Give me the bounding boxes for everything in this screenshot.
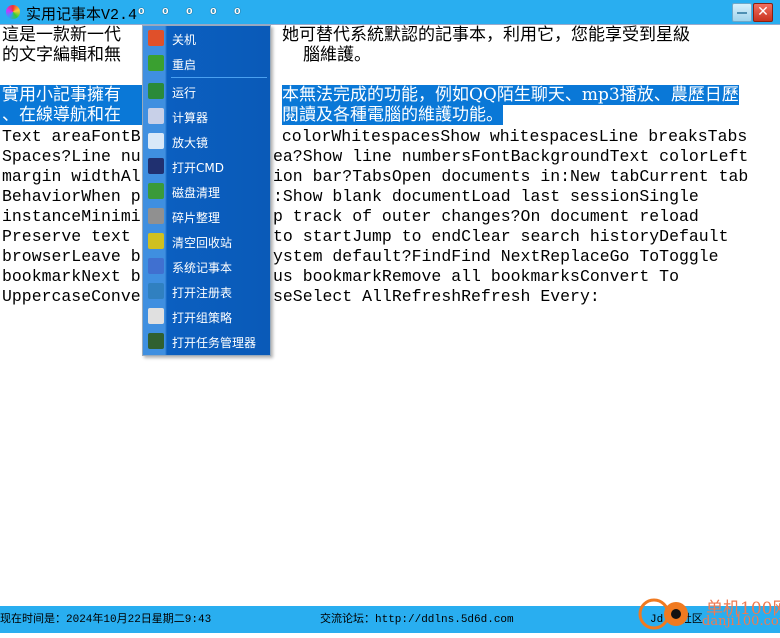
task-manager-icon xyxy=(148,333,164,349)
watermark-url: danji100.com xyxy=(702,614,780,629)
editor-line: Spaces?Line nu xyxy=(2,147,141,166)
disk-cleanup-icon xyxy=(148,183,164,199)
registry-icon xyxy=(148,283,164,299)
menu-item-label: 打开任务管理器 xyxy=(172,336,257,350)
menu-item[interactable]: 打开CMD xyxy=(143,155,270,179)
menu-item-label: 放大镜 xyxy=(172,136,209,150)
menu-item[interactable]: 运行 xyxy=(143,80,270,104)
menu-item[interactable]: 重启 xyxy=(143,52,270,76)
power-icon xyxy=(148,30,164,46)
menu-item-label: 磁盘清理 xyxy=(172,186,221,200)
window-title: 实用记事本V2.4 xyxy=(26,7,138,24)
editor-line: margin widthAl xyxy=(2,167,141,186)
editor-line: BehaviorWhen p xyxy=(2,187,141,206)
menu-item-label: 打开CMD xyxy=(172,161,224,175)
editor-line: Text areaFontB xyxy=(2,127,141,146)
watermark-logo: 单机100网 danji100.com xyxy=(636,596,780,638)
editor-line: p track of outer changes?On document rel… xyxy=(273,207,699,226)
editor-line: colorWhitespacesShow whitespacesLine bre… xyxy=(272,127,748,146)
editor-line: ystem default?FindFind NextReplaceGo ToT… xyxy=(273,247,719,266)
editor-line: Preserve text xyxy=(2,227,141,246)
title-dot: o xyxy=(138,6,145,18)
editor-line: ea?Show line numbersFontBackgroundText c… xyxy=(273,147,749,166)
recycle-icon xyxy=(148,233,164,249)
magnifier-icon xyxy=(148,133,164,149)
editor-line: 腦維護。 xyxy=(303,45,371,65)
menu-item[interactable]: 计算器 xyxy=(143,105,270,129)
menu-item-label: 打开注册表 xyxy=(172,286,233,300)
menu-item[interactable]: 打开组策略 xyxy=(143,305,270,329)
menu-item[interactable]: 清空回收站 xyxy=(143,230,270,254)
editor-line: bookmarkNext b xyxy=(2,267,141,286)
calculator-icon xyxy=(148,108,164,124)
menu-item[interactable]: 磁盘清理 xyxy=(143,180,270,204)
time-label: 现在时间是：2024年10月22日星期二9:43 xyxy=(0,614,212,626)
title-dot: o xyxy=(186,6,193,18)
title-bar: 实用记事本V2.4 o o o o o ✕ xyxy=(0,0,780,24)
globe-icon xyxy=(148,83,164,99)
tools-menu: 关机重启运行计算器放大镜打开CMD 磁盘清理碎片整理清空回收站系统记事本打开注册表… xyxy=(142,25,271,356)
app-icon xyxy=(6,5,20,19)
editor-line: seSelect AllRefreshRefresh Every: xyxy=(273,287,600,306)
title-dot: o xyxy=(210,6,217,18)
menu-item-label: 清空回收站 xyxy=(172,236,233,250)
menu-item[interactable]: 系统记事本 xyxy=(143,255,270,279)
editor-line: UppercaseConve xyxy=(2,287,141,306)
menu-item-label: 重启 xyxy=(172,58,197,72)
menu-item-label: 系统记事本 xyxy=(172,261,233,275)
editor-line: 的文字編輯和無 xyxy=(2,45,121,65)
menu-item-label: 计算器 xyxy=(172,111,209,125)
editor-line: 實用小記事擁有 xyxy=(0,85,142,105)
editor-line: instanceMinimi xyxy=(2,207,141,226)
defrag-icon xyxy=(148,208,164,224)
menu-item[interactable]: 关机 xyxy=(143,27,270,51)
cmd-icon xyxy=(148,158,164,174)
menu-item[interactable]: 放大镜 xyxy=(143,130,270,154)
menu-item-label: 碎片整理 xyxy=(172,211,221,225)
title-dot: o xyxy=(234,6,241,18)
close-button[interactable]: ✕ xyxy=(753,3,773,22)
editor-line: 閱讀及各種電腦的維護功能。 xyxy=(282,105,503,125)
menu-item[interactable]: 碎片整理 xyxy=(143,205,270,229)
notepad-icon xyxy=(148,258,164,274)
editor-line: us bookmarkRemove all bookmarksConvert T… xyxy=(273,267,679,286)
restart-icon xyxy=(148,55,164,71)
editor-line: 本無法完成的功能，例如QQ陌生聊天、mp3播放、農歷日歷 xyxy=(282,85,739,105)
editor-line: :Show blank documentLoad last sessionSin… xyxy=(273,187,699,206)
editor-line: ion bar?TabsOpen documents in:New tabCur… xyxy=(273,167,749,186)
editor-line: 、在線導航和在 xyxy=(0,105,142,125)
menu-item-label: 关机 xyxy=(172,33,197,47)
editor-line: 這是一款新一代 xyxy=(2,25,121,45)
editor-line: 她可替代系統默認的記事本，利用它，您能享受到星級 xyxy=(282,25,690,45)
menu-item-label: 打开组策略 xyxy=(172,311,233,325)
editor-line: to startJump to endClear search historyD… xyxy=(273,227,729,246)
group-policy-icon xyxy=(148,308,164,324)
minimize-button[interactable] xyxy=(732,3,752,22)
menu-item[interactable]: 打开任务管理器 xyxy=(143,330,270,354)
editor-line: browserLeave b xyxy=(2,247,141,266)
title-dot: o xyxy=(162,6,169,18)
menu-item-label: 运行 xyxy=(172,86,197,100)
menu-separator xyxy=(171,77,267,78)
forum-link[interactable]: 交流论坛：http://ddlns.5d6d.com xyxy=(320,610,514,626)
menu-item[interactable]: 打开注册表 xyxy=(143,280,270,304)
